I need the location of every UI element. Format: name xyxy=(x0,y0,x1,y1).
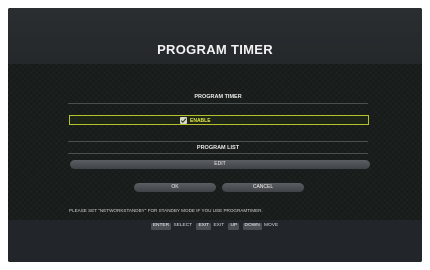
content-panel: PROGRAM TIMER ENABLE PROGRAM LIST EDIT O… xyxy=(8,64,422,220)
key-legend: ENTER SELECT EXIT EXIT UP DOWN MOVE xyxy=(8,223,422,230)
ok-button[interactable]: OK xyxy=(134,183,216,192)
up-key: UP xyxy=(228,223,240,230)
enable-row[interactable]: ENABLE xyxy=(69,115,369,125)
down-key: DOWN xyxy=(242,223,262,230)
page-title: PROGRAM TIMER xyxy=(157,42,273,57)
checkmark-icon xyxy=(180,118,187,124)
divider xyxy=(68,141,368,142)
exit-key: EXIT xyxy=(196,223,212,230)
header-bar: PROGRAM TIMER xyxy=(8,8,422,64)
program-timer-section-title: PROGRAM TIMER xyxy=(194,94,242,100)
cancel-button[interactable]: CANCEL xyxy=(222,183,304,192)
enable-label: ENABLE xyxy=(190,117,211,124)
edit-button[interactable]: EDIT xyxy=(70,160,370,169)
exit-label: EXIT xyxy=(213,223,225,228)
select-label: SELECT xyxy=(173,223,193,228)
enter-key: ENTER xyxy=(150,223,172,230)
divider xyxy=(68,153,368,154)
move-label: MOVE xyxy=(264,223,279,228)
program-timer-screen: PROGRAM TIMER PROGRAM TIMER ENABLE PROGR… xyxy=(8,8,422,262)
program-list-section-title: PROGRAM LIST xyxy=(196,145,240,151)
divider xyxy=(68,103,368,104)
standby-note: PLEASE SET "NETWORKSTANDBY" FOR STANDBY … xyxy=(69,208,263,213)
enable-checkbox[interactable] xyxy=(180,117,187,124)
